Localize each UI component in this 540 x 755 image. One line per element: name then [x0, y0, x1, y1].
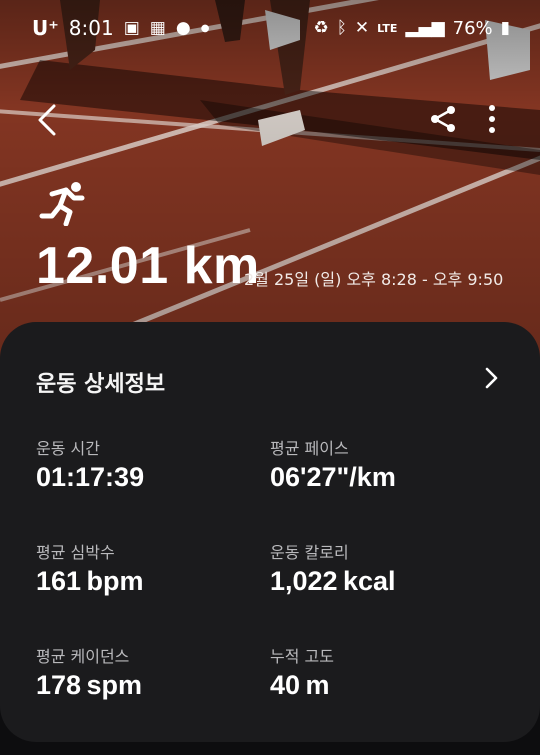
signal-icon: ▂▄▆: [405, 18, 445, 38]
stat-unit: spm: [86, 670, 142, 700]
message-notification-icon: ●: [175, 18, 191, 38]
gallery-notification-icon: ▣: [123, 18, 140, 38]
stat-value-elevation: 40 m: [270, 670, 329, 701]
battery-percent: 76%: [452, 17, 493, 39]
stat-label-cadence: 평균 케이던스: [36, 647, 130, 666]
status-left: U⁺ 8:01 ▣ ▦ ● ●: [32, 16, 209, 40]
stat-unit: /km: [349, 462, 396, 492]
stat-label-pace: 평균 페이스: [270, 439, 349, 458]
stat-number: 40: [270, 670, 301, 700]
battery-icon: ▮: [500, 18, 510, 38]
stat-number: 06'27": [270, 462, 350, 492]
clock: 8:01: [68, 16, 114, 40]
stat-number: 01:17:39: [36, 462, 145, 492]
back-arrow-icon[interactable]: [34, 104, 62, 136]
stat-value-heart-rate: 161 bpm: [36, 566, 143, 597]
bluetooth-icon: ᛒ: [336, 18, 347, 38]
workout-time-range: 2월 25일 (일) 오후 8:28 - 오후 9:50: [244, 270, 504, 289]
more-vert-icon[interactable]: [482, 104, 502, 134]
battery-saver-icon: ♻: [313, 18, 329, 38]
stat-unit: m: [305, 670, 330, 700]
stat-label-duration: 운동 시간: [36, 439, 100, 458]
status-bar: U⁺ 8:01 ▣ ▦ ● ● ♻ ᛒ ✕ LTE ▂▄▆ 76% ▮: [0, 0, 540, 56]
stat-value-duration: 01:17:39: [36, 462, 144, 493]
stat-unit: kcal: [342, 566, 396, 596]
stat-label-elevation: 누적 고도: [270, 647, 334, 666]
stat-number: 178: [36, 670, 82, 700]
calendar-notification-icon: ▦: [149, 18, 166, 38]
stat-number: 1,022: [270, 566, 338, 596]
total-distance: 12.01 km: [36, 237, 260, 295]
stat-unit: bpm: [86, 566, 144, 596]
carrier-label: U⁺: [32, 16, 59, 40]
status-right: ♻ ᛒ ✕ LTE ▂▄▆ 76% ▮: [313, 18, 510, 39]
more-notifications-icon: ●: [200, 22, 210, 34]
stat-label-calories: 운동 칼로리: [270, 543, 349, 562]
stat-value-pace: 06'27"/km: [270, 462, 396, 493]
bottom-strip: [0, 742, 540, 755]
running-icon: [39, 182, 85, 226]
stat-label-heart-rate: 평균 심박수: [36, 543, 115, 562]
stat-number: 161: [36, 566, 82, 596]
stat-value-calories: 1,022 kcal: [270, 566, 396, 597]
chevron-right-icon[interactable]: [482, 366, 500, 390]
mute-icon: ✕: [354, 18, 370, 38]
network-type: LTE: [377, 21, 398, 35]
details-title[interactable]: 운동 상세정보: [36, 366, 165, 398]
share-icon[interactable]: [428, 104, 458, 134]
stat-value-cadence: 178 spm: [36, 670, 142, 701]
